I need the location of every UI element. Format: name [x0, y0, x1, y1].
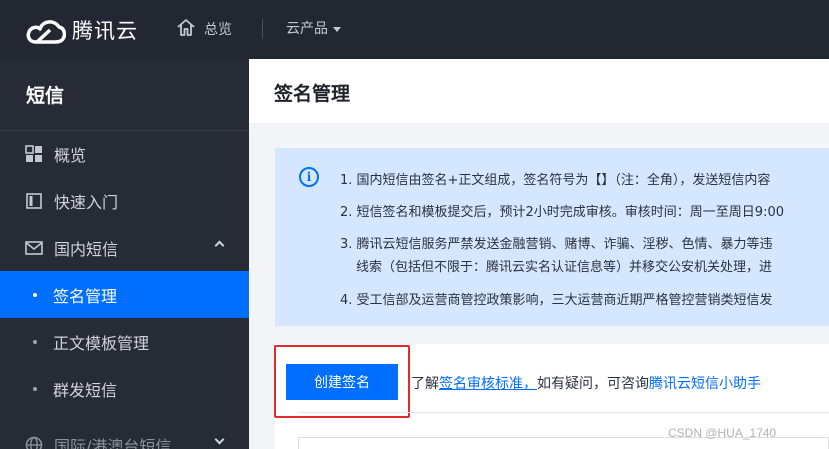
sidebar-item-quickstart[interactable]: 快速入门 [0, 177, 249, 224]
sidebar-item-signature-management[interactable]: 签名管理 [0, 271, 249, 318]
sidebar-item-label: 国际/港澳台短信 [54, 436, 172, 449]
mail-icon [24, 238, 44, 258]
sidebar-item-overview[interactable]: 概览 [0, 130, 249, 177]
products-label: 云产品 [286, 21, 328, 37]
bullet-dot [33, 292, 37, 297]
sidebar-item-label: 概览 [54, 145, 87, 165]
caret-down-icon [333, 26, 341, 32]
tip-middle: 如有疑问，可咨询 [537, 376, 649, 392]
sidebar: 短信 概览 快速入门 国内短信 签名管理 正文模板管理 群发短信 国际/港澳台短… [0, 59, 249, 449]
bullet-dot [33, 386, 37, 391]
info-icon: i [299, 167, 319, 187]
sidebar-item-label: 国内短信 [54, 239, 119, 259]
sidebar-title: 短信 [26, 85, 65, 107]
chevron-up-icon [214, 240, 225, 251]
tip-prefix: 了解 [411, 376, 439, 392]
sms-assistant-link[interactable]: 腾讯云短信小助手 [649, 376, 761, 392]
nav-divider [262, 19, 263, 39]
book-icon [24, 191, 44, 211]
sidebar-item-label: 快速入门 [54, 192, 119, 212]
sidebar-item-label: 群发短信 [53, 380, 118, 400]
sidebar-item-label: 签名管理 [53, 286, 118, 306]
home-icon [176, 18, 196, 40]
grid-icon [24, 144, 44, 164]
card-divider [298, 412, 829, 413]
overview-label: 总览 [204, 22, 232, 38]
globe-icon [24, 435, 44, 449]
logo-text: 腾讯云 [72, 19, 138, 43]
sidebar-item-template-management[interactable]: 正文模板管理 [0, 318, 249, 365]
sidebar-item-international-sms[interactable]: 国际/港澳台短信 [0, 421, 249, 449]
bullet-dot [33, 339, 37, 344]
notice-line: 4. 受工信部及运营商管控政策影响，三大运营商近期严格管控营销类短信发 [340, 293, 773, 308]
nav-overview[interactable]: 总览 [176, 18, 232, 40]
sidebar-item-domestic-sms[interactable]: 国内短信 [0, 224, 249, 271]
notice-line: 1. 国内短信由签名+正文组成，签名符号为【】（注：全角），发送短信内容 [340, 173, 771, 188]
chevron-down-icon [214, 434, 225, 445]
sidebar-item-bulk-sms[interactable]: 群发短信 [0, 365, 249, 412]
cloud-logo-icon [26, 16, 66, 44]
nav-products-dropdown[interactable]: 云产品 [286, 18, 341, 38]
notice-line: 3. 腾讯云短信服务严禁发送金融营销、赌博、诈骗、淫秽、色情、暴力等违 [340, 237, 773, 252]
notice-line: 线索（包括但不限于：腾讯云实名认证信息等）并移交公安机关处理，进 [356, 260, 773, 275]
review-standard-link[interactable]: 签名审核标准， [439, 376, 537, 392]
watermark: CSDN @HUA_1740 [668, 426, 777, 440]
page-title: 签名管理 [274, 83, 351, 105]
top-navbar: 腾讯云 总览 云产品 [0, 0, 829, 59]
brand-logo[interactable]: 腾讯云 [26, 15, 138, 45]
sidebar-item-label: 正文模板管理 [53, 333, 150, 353]
review-tip: 了解签名审核标准，如有疑问，可咨询腾讯云短信小助手 [411, 373, 761, 393]
page-header: 签名管理 [249, 59, 829, 123]
notice-line: 2. 短信签名和模板提交后，预计2小时完成审核。审核时间：周一至周日9:00 [340, 205, 784, 220]
highlight-annotation [274, 345, 410, 418]
info-notice: i 1. 国内短信由签名+正文组成，签名符号为【】（注：全角），发送短信内容 2… [275, 148, 829, 326]
